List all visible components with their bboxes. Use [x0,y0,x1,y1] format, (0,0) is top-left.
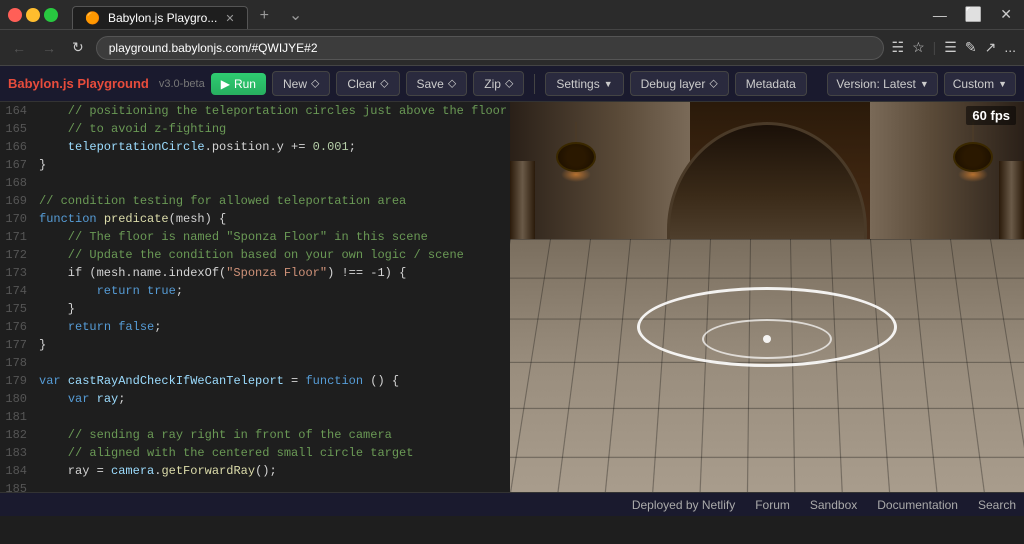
babylon-toolbar: Babylon.js Playground v3.0-beta ▶ Run Ne… [0,66,1024,102]
back-button[interactable]: ← [8,38,30,58]
new-button[interactable]: New ⬦ [272,71,330,96]
table-row: 172 // Update the condition based on you… [0,246,510,264]
code-lines: 164 // positioning the teleportation cir… [0,102,510,492]
teleport-dot [763,335,771,343]
chandelier-body-right [953,142,993,172]
forum-link[interactable]: Forum [755,498,790,512]
code-editor[interactable]: 164 // positioning the teleportation cir… [0,102,510,492]
table-row: 164 // positioning the teleportation cir… [0,102,510,120]
minimize-window-button[interactable]: — [929,4,951,25]
preview-pane: 60 fps [510,102,1024,492]
debug-layer-button[interactable]: Debug layer ⬦ [630,71,729,96]
custom-chevron-icon: ▼ [998,79,1007,89]
settings-chevron-icon: ▼ [604,79,613,89]
table-row: 182 // sending a ray right in front of t… [0,426,510,444]
tab-favicon: 🟠 [85,11,100,25]
metadata-button[interactable]: Metadata [735,72,807,96]
table-row: 185 [0,480,510,492]
deployed-by-netlify-link[interactable]: Deployed by Netlify [632,498,735,512]
table-row: 166 teleportationCircle.position.y += 0.… [0,138,510,156]
forward-button[interactable]: → [38,38,60,58]
fps-counter: 60 fps [966,106,1016,125]
table-row: 180 var ray; [0,390,510,408]
restore-window-button[interactable]: ⬜ [961,4,986,25]
bookmark-icon[interactable]: ☆ [912,39,925,56]
table-row: 176 return false; [0,318,510,336]
window-controls [8,8,58,22]
minimize-button[interactable] [26,8,40,22]
reader-mode-icon[interactable]: ☵ [892,39,905,56]
table-row: 174 return true; [0,282,510,300]
brand-name: Babylon.js Playground [8,76,149,91]
maximize-button[interactable] [44,8,58,22]
table-row: 181 [0,408,510,426]
url-input[interactable] [96,36,884,60]
version-chevron-icon: ▼ [920,79,929,89]
table-row: 184 ray = camera.getForwardRay(); [0,462,510,480]
settings-button[interactable]: Settings ▼ [545,72,623,96]
zip-button[interactable]: Zip ⬦ [473,71,524,96]
menu-icon[interactable]: ☰ [944,39,957,56]
main-content: 164 // positioning the teleportation cir… [0,102,1024,492]
table-row: 183 // aligned with the centered small c… [0,444,510,462]
search-link[interactable]: Search [978,498,1016,512]
play-icon: ▶ [221,77,230,91]
tab-label: Babylon.js Playgro... [108,11,217,25]
address-actions: ☵ ☆ | ☰ ✎ ↗ ... [892,39,1016,56]
table-row: 178 [0,354,510,372]
save-button[interactable]: Save ⬦ [406,71,468,96]
table-row: 169 // condition testing for allowed tel… [0,192,510,210]
custom-button[interactable]: Custom ▼ [944,72,1016,96]
more-icon[interactable]: ... [1004,39,1016,56]
table-row: 171 // The floor is named "Sponza Floor"… [0,228,510,246]
table-row: 177 } [0,336,510,354]
toolbar-separator [534,74,535,94]
version-badge: v3.0-beta [159,78,205,90]
close-window-button[interactable]: ✕ [996,4,1016,25]
tab-menu-button[interactable]: ⌄ [281,1,310,29]
version-selector[interactable]: Version: Latest ▼ [827,72,937,96]
table-row: 165 // to avoid z-fighting [0,120,510,138]
debug-icon: ⬦ [709,76,717,91]
save-icon: ⬦ [448,76,456,91]
table-row: 175 } [0,300,510,318]
clear-button[interactable]: Clear ⬦ [336,71,399,96]
new-tab-button[interactable]: + [252,3,277,29]
documentation-link[interactable]: Documentation [877,498,958,512]
chandelier-left [551,122,601,182]
table-row: 170 function predicate(mesh) { [0,210,510,228]
table-row: 168 [0,174,510,192]
new-chevron-icon: ⬦ [311,76,319,91]
sandbox-link[interactable]: Sandbox [810,498,857,512]
divider: | [933,39,937,56]
run-button[interactable]: ▶ Run [211,73,266,95]
refresh-button[interactable]: ↻ [68,37,88,58]
tab-close-icon[interactable]: ✕ [225,12,234,25]
clear-icon: ⬦ [380,76,388,91]
scene-background [510,102,1024,492]
preview-canvas: 60 fps [510,102,1024,492]
sidebar-icon[interactable]: ✎ [965,39,977,56]
browser-titlebar: 🟠 Babylon.js Playgro... ✕ + ⌄ — ⬜ ✕ [0,0,1024,30]
address-bar: ← → ↻ ☵ ☆ | ☰ ✎ ↗ ... [0,30,1024,66]
table-row: 173 if (mesh.name.indexOf("Sponza Floor"… [0,264,510,282]
close-button[interactable] [8,8,22,22]
chain-left [575,122,577,142]
zip-icon: ⬦ [505,76,513,91]
active-tab[interactable]: 🟠 Babylon.js Playgro... ✕ [72,6,248,29]
table-row: 167 } [0,156,510,174]
status-bar: Deployed by Netlify Forum Sandbox Docume… [0,492,1024,516]
share-icon[interactable]: ↗ [985,39,997,56]
table-row: 179 var castRayAndCheckIfWeCanTeleport =… [0,372,510,390]
chandelier-right [948,122,998,182]
chandelier-body-left [556,142,596,172]
